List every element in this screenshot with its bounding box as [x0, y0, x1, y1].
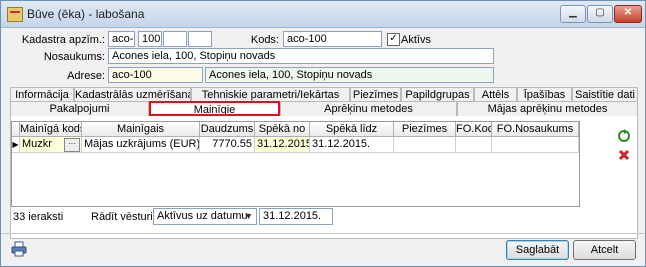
tab-mainigie[interactable]: Mainīgie	[149, 101, 280, 116]
adrese-code-field[interactable]: aco-100	[108, 67, 203, 83]
tab-row-2: Pakalpojumi Mainīgie Aprēķinu metodes Mā…	[10, 101, 638, 117]
kadastra-part-4[interactable]	[188, 31, 212, 47]
kadastra-part-3[interactable]	[163, 31, 187, 47]
tab-informacija[interactable]: Informācija	[10, 87, 74, 102]
col-header-speka-lidz[interactable]: Spēkā līdz	[310, 122, 394, 137]
kods-value: Muzkr	[22, 138, 52, 150]
tab-attels[interactable]: Attēls	[474, 87, 517, 102]
table-cell-kods[interactable]: Muzkr ···	[20, 137, 82, 153]
table-cell-fo-kods[interactable]	[456, 137, 492, 153]
variables-grid: Mainīgā kods Mainīgais Daudzums Spēkā no…	[11, 121, 580, 207]
table-cell-daudzums[interactable]: 7770.55	[200, 137, 255, 153]
col-header-piezimes[interactable]: Piezīmes	[394, 122, 456, 137]
table-cell-mainigais[interactable]: Mājas uzkrājums (EUR)	[82, 137, 200, 153]
tab-kadastralas-lietas[interactable]: Kadastrālās uzmērīšanas lietas	[74, 87, 191, 102]
divider	[1, 233, 645, 234]
col-header-speka-no[interactable]: Spēkā no	[255, 122, 310, 137]
save-button[interactable]: Saglabāt	[506, 240, 569, 260]
current-row-arrow-icon: ▶	[12, 137, 20, 153]
col-header-mainigais[interactable]: Mainīgais	[82, 122, 200, 137]
record-count: 33 ieraksti	[13, 211, 64, 223]
close-button[interactable]: ✕	[614, 5, 642, 23]
tab-piezimes[interactable]: Piezīmes	[350, 87, 401, 102]
kadastra-part-1[interactable]: aco-	[108, 31, 135, 47]
kods-field[interactable]: aco-100	[283, 31, 382, 47]
adrese-label: Adrese:	[67, 70, 105, 82]
table-cell-piezimes[interactable]	[394, 137, 456, 153]
history-label: Rādīt vēsturi:	[91, 211, 156, 223]
col-header-kods[interactable]: Mainīgā kods	[20, 122, 82, 137]
tab-aprekinu-metodes[interactable]: Aprēķinu metodes	[280, 101, 457, 116]
chevron-down-icon: ▼	[244, 211, 253, 221]
table-cell-speka-lidz[interactable]: 31.12.2015.	[310, 137, 394, 153]
tab-saistitie-dati[interactable]: Saistītie dati	[572, 87, 638, 102]
tab-ipasibas[interactable]: Īpašības	[517, 87, 572, 102]
tab-majas-aprekinu-metodes[interactable]: Mājas aprēķinu metodes	[457, 101, 638, 116]
aktivs-label: Aktīvs	[401, 34, 431, 46]
history-select[interactable]: Aktīvus uz datumu ▼	[153, 208, 257, 225]
kadastra-part-2[interactable]: 100	[138, 31, 162, 47]
nosaukums-label: Nosaukums:	[43, 51, 105, 63]
table-cell-fo-nosaukums[interactable]	[492, 137, 579, 153]
row-indicator-header	[12, 122, 20, 137]
window-title: Būve (ēka) - labošana	[27, 7, 145, 21]
col-header-daudzums[interactable]: Daudzums	[200, 122, 255, 137]
col-header-fo-kods[interactable]: FO.Kods	[456, 122, 492, 137]
tab-pakalpojumi[interactable]: Pakalpojumi	[10, 101, 149, 116]
table-cell-speka-no[interactable]: 31.12.2015.	[255, 137, 310, 153]
tab-papildgrupas[interactable]: Papildgrupas	[401, 87, 474, 102]
col-header-fo-nosaukums[interactable]: FO.Nosaukums	[492, 122, 579, 137]
building-icon	[7, 7, 23, 22]
add-row-icon[interactable]	[617, 128, 631, 142]
cancel-button[interactable]: Atcelt	[573, 240, 636, 260]
adrese-text-field: Acones iela, 100, Stopiņu novads	[205, 67, 494, 83]
kadastra-label: Kadastra apzīm.:	[21, 34, 105, 46]
lookup-button[interactable]: ···	[64, 138, 80, 152]
printer-icon[interactable]	[11, 241, 27, 257]
minimize-button[interactable]: ▁	[560, 5, 586, 23]
aktivs-checkbox[interactable]: ✓	[387, 33, 400, 46]
maximize-button[interactable]: ▢	[587, 5, 613, 23]
history-select-value: Aktīvus uz datumu	[157, 210, 248, 222]
title-bar: Būve (ēka) - labošana ▁ ▢ ✕	[1, 1, 645, 28]
edit-window: Būve (ēka) - labošana ▁ ▢ ✕ Kadastra apz…	[0, 0, 646, 267]
nosaukums-field[interactable]: Acones iela, 100, Stopiņu novads	[108, 48, 494, 64]
kods-label: Kods:	[250, 34, 279, 46]
history-date-field[interactable]: 31.12.2015.	[259, 208, 333, 225]
tab-tehniskie-parametri[interactable]: Tehniskie parametri/Iekārtas	[191, 87, 350, 102]
delete-row-icon[interactable]	[617, 148, 631, 162]
